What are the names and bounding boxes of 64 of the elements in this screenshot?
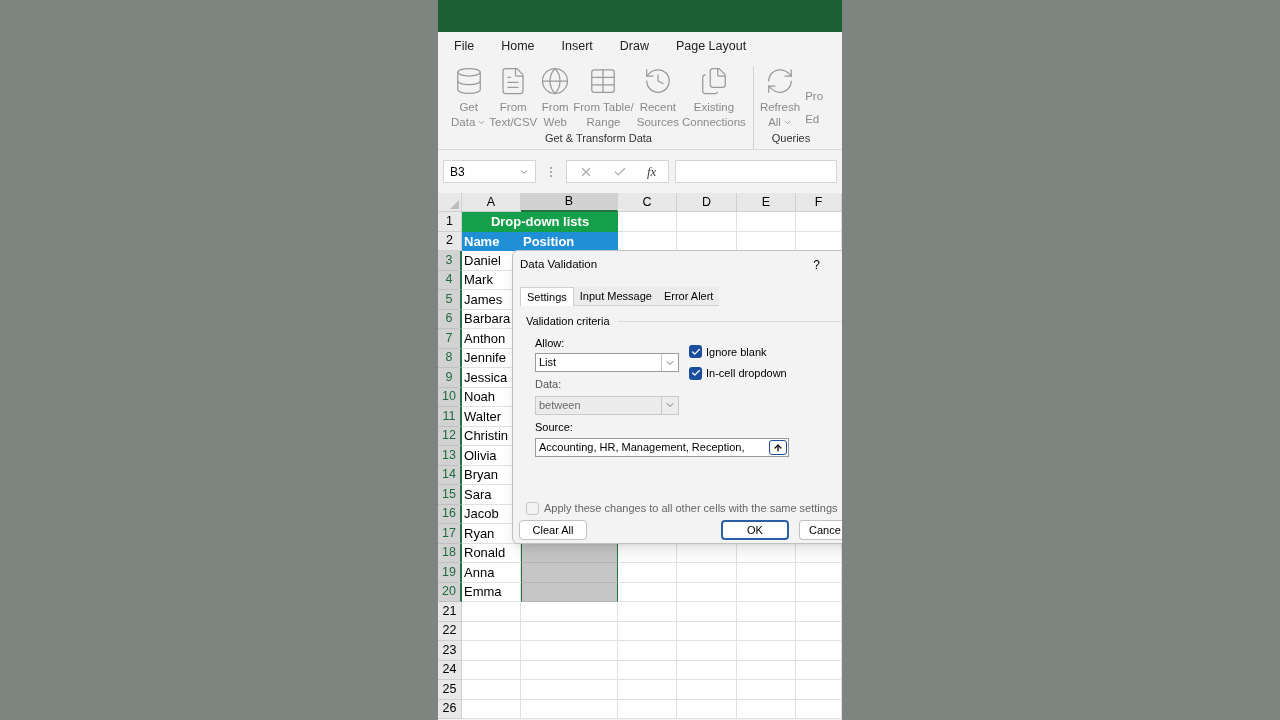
dialog-button[interactable]: Cance xyxy=(799,520,842,540)
row-header[interactable]: 22 xyxy=(438,621,462,641)
dialog-tab[interactable]: Input Message xyxy=(573,287,658,306)
column-header[interactable]: F xyxy=(796,193,842,212)
row-header[interactable]: 24 xyxy=(438,660,462,680)
row-header[interactable]: 15 xyxy=(438,485,462,505)
dialog-button[interactable]: Clear All xyxy=(519,520,587,540)
row-header[interactable]: 21 xyxy=(438,602,462,622)
row-header[interactable]: 20 xyxy=(438,582,462,602)
row-header[interactable]: 1 xyxy=(438,212,462,232)
group-label: Queries xyxy=(771,131,811,146)
column-header[interactable]: C xyxy=(618,193,677,212)
dropdown-field[interactable]: List xyxy=(535,353,679,372)
row-header[interactable]: 13 xyxy=(438,446,462,466)
row-header[interactable]: 5 xyxy=(438,290,462,310)
row-header[interactable]: 11 xyxy=(438,407,462,427)
column-header[interactable]: D xyxy=(677,193,737,212)
dialog-title: Data Validation xyxy=(520,257,598,273)
row-header[interactable]: 4 xyxy=(438,270,462,290)
row-header[interactable]: 26 xyxy=(438,699,462,719)
row-header[interactable]: 14 xyxy=(438,465,462,485)
table-cell: Ronald xyxy=(462,543,521,563)
row-header[interactable]: 10 xyxy=(438,387,462,407)
row-header[interactable]: 17 xyxy=(438,524,462,544)
column-header[interactable]: E xyxy=(737,193,796,212)
field-label: Source: xyxy=(535,420,573,433)
dialog-button[interactable]: OK xyxy=(721,520,789,540)
dialog-tab[interactable]: Error Alert xyxy=(657,287,720,306)
field-label: Data: xyxy=(535,377,563,392)
header-cell: Position xyxy=(521,231,618,251)
row-header[interactable]: 3 xyxy=(438,251,462,271)
ribbon-tab[interactable]: File xyxy=(454,36,475,56)
name-box[interactable]: B3 xyxy=(443,160,536,183)
ribbon-tab[interactable]: Page Layout xyxy=(675,36,747,56)
section-label: Validation criteria xyxy=(526,314,610,329)
ribbon-tab[interactable]: Home xyxy=(501,36,535,56)
row-header[interactable]: 19 xyxy=(438,563,462,583)
header-cell: Name xyxy=(462,231,521,251)
row-header[interactable]: 6 xyxy=(438,309,462,329)
row-header[interactable]: 9 xyxy=(438,368,462,388)
field-label: Allow: xyxy=(535,335,566,351)
column-header[interactable]: B xyxy=(521,193,618,212)
ribbon-tab[interactable]: Insert xyxy=(561,36,593,56)
row-header[interactable]: 16 xyxy=(438,504,462,524)
title-cell: Drop-down lists xyxy=(462,212,618,232)
insert-function-button[interactable]: fx xyxy=(647,161,657,182)
row-header[interactable]: 8 xyxy=(438,348,462,368)
row-header[interactable]: 18 xyxy=(438,543,462,563)
source-field[interactable]: Accounting, HR, Management, Reception, xyxy=(535,438,789,457)
checkbox-label: Apply these changes to all other cells with the same settings xyxy=(544,501,838,516)
group-label: Get & Transform Data xyxy=(544,131,652,146)
help-button[interactable]: ? xyxy=(813,256,820,274)
row-header[interactable]: 23 xyxy=(438,641,462,661)
table-cell: Emma xyxy=(462,582,521,602)
row-header[interactable]: 12 xyxy=(438,426,462,446)
row-header[interactable]: 2 xyxy=(438,231,462,251)
ribbon-tab[interactable]: Draw xyxy=(619,36,649,56)
row-header[interactable]: 25 xyxy=(438,680,462,700)
table-cell: Anna xyxy=(462,563,521,583)
checkbox-label: Ignore blank xyxy=(706,344,767,360)
column-header[interactable]: A xyxy=(462,193,521,212)
checkbox-label: In-cell dropdown xyxy=(706,366,787,381)
row-header[interactable]: 7 xyxy=(438,329,462,349)
dialog-tab[interactable]: Settings xyxy=(520,287,574,306)
